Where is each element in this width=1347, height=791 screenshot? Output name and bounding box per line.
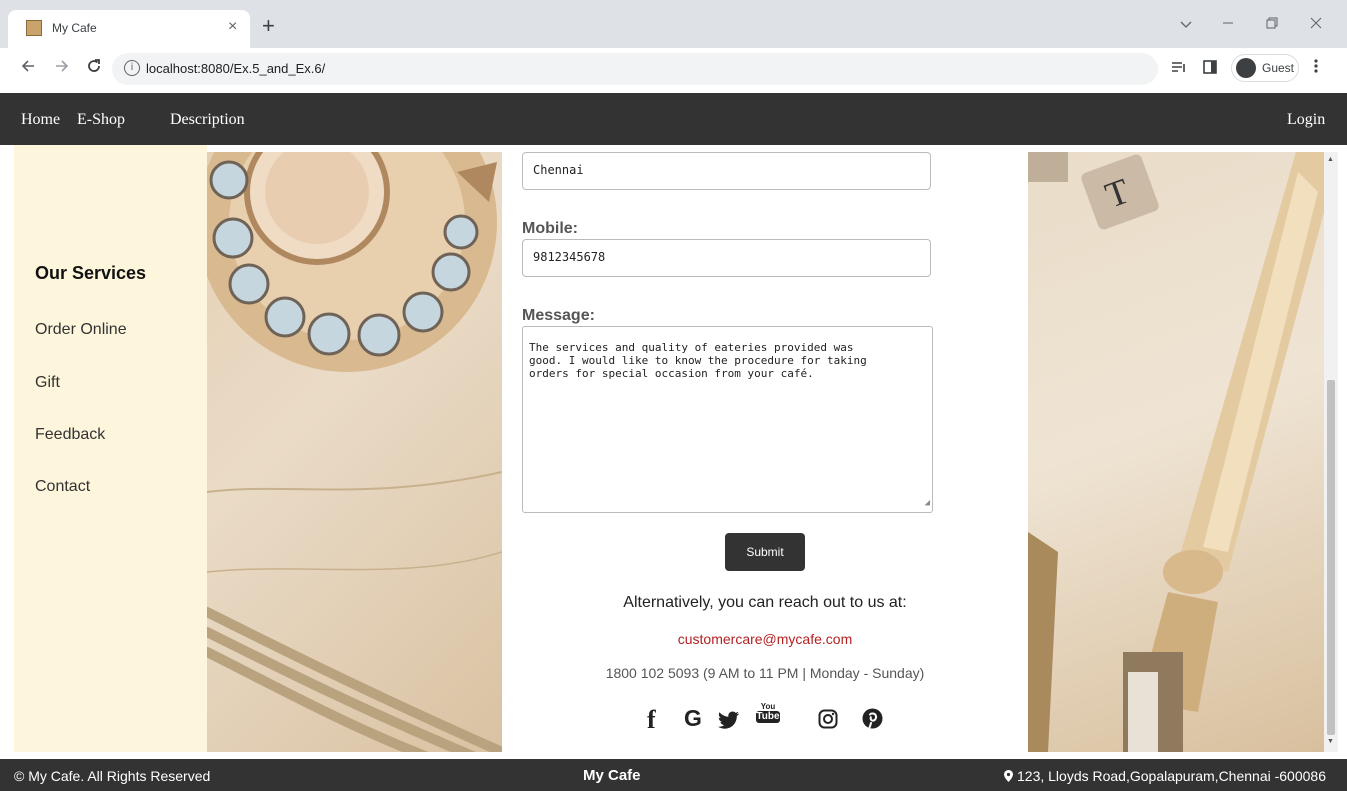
close-window-icon[interactable] (1310, 16, 1322, 33)
nav-description-link[interactable]: Description (170, 111, 245, 129)
tab-search-icon[interactable] (1180, 16, 1192, 33)
profile-label: Guest (1262, 61, 1295, 75)
nav-home-link[interactable]: Home (21, 111, 60, 129)
scroll-down-icon[interactable]: ▼ (1327, 738, 1334, 745)
map-marker-icon (1004, 770, 1014, 782)
reading-list-icon[interactable] (1171, 60, 1187, 79)
back-icon[interactable] (20, 58, 36, 79)
google-icon[interactable]: G (684, 705, 702, 733)
youtube-icon-top: You (760, 702, 776, 711)
footer-address-block: 123, Lloyds Road,Gopalapuram,Chennai -60… (1004, 768, 1326, 784)
alternative-contact-text: Alternatively, you can reach out to us a… (623, 594, 907, 611)
footer-address: 123, Lloyds Road,Gopalapuram,Chennai -60… (1017, 768, 1326, 784)
rotary-phone-image (207, 152, 502, 752)
sidebar-title: Our Services (35, 263, 147, 283)
footer-copyright: © My Cafe. All Rights Reserved (14, 768, 211, 784)
site-info-icon[interactable]: i (124, 60, 140, 76)
browser-tabstrip: My Cafe × + (0, 0, 1347, 48)
nav-eshop-link[interactable]: E-Shop (77, 111, 125, 129)
main-content: Our Services Order Online Gift Feedback … (0, 145, 1347, 759)
address-bar[interactable]: i localhost:8080/Ex.5_and_Ex.6/ (112, 53, 1158, 85)
favicon-icon (26, 20, 42, 36)
tab-close-icon[interactable]: × (228, 18, 237, 36)
site-navbar: Home E-Shop Description Login (0, 93, 1347, 145)
message-textarea[interactable]: The services and quality of eateries pro… (522, 326, 933, 513)
forward-icon[interactable] (54, 58, 70, 79)
new-tab-button[interactable]: + (262, 15, 275, 37)
twitter-icon[interactable] (718, 711, 740, 739)
browser-tab[interactable]: My Cafe × (8, 10, 250, 48)
minimize-icon[interactable] (1222, 16, 1234, 33)
email-link[interactable]: customercare@mycafe.com (502, 631, 1028, 647)
youtube-icon-bottom: Tube (756, 711, 780, 723)
sidebar-item-gift[interactable]: Gift (35, 374, 60, 392)
youtube-icon[interactable]: You Tube (756, 702, 780, 730)
scrollbar-thumb[interactable] (1327, 380, 1335, 735)
side-panel-icon[interactable] (1203, 60, 1217, 79)
browser-toolbar: i localhost:8080/Ex.5_and_Ex.6/ Guest (0, 48, 1347, 93)
restore-icon[interactable] (1266, 16, 1278, 33)
instagram-icon[interactable] (818, 709, 838, 737)
pinterest-icon[interactable] (862, 708, 883, 736)
sidebar-item-feedback[interactable]: Feedback (35, 426, 105, 444)
services-sidebar: Our Services Order Online Gift Feedback … (14, 145, 207, 752)
submit-button[interactable]: Submit (725, 533, 805, 571)
footer-brand: My Cafe (583, 767, 641, 784)
sidebar-item-order-online[interactable]: Order Online (35, 321, 127, 339)
profile-avatar-icon (1236, 58, 1256, 78)
message-label: Message: (522, 307, 595, 324)
sidebar-item-contact[interactable]: Contact (35, 478, 90, 496)
reload-icon[interactable] (86, 58, 102, 79)
feedback-form: Chennai Mobile: 9812345678 Message: The … (502, 145, 1028, 759)
scroll-up-icon[interactable]: ▲ (1327, 156, 1334, 163)
site-footer: © My Cafe. All Rights Reserved My Cafe 1… (0, 759, 1347, 791)
browser-menu-icon[interactable] (1314, 58, 1318, 79)
telephone-handset-image: T (1028, 152, 1324, 752)
profile-button[interactable]: Guest (1231, 54, 1299, 82)
url-text[interactable]: localhost:8080/Ex.5_and_Ex.6/ (146, 61, 325, 76)
nav-login-link[interactable]: Login (1287, 111, 1325, 129)
city-input[interactable]: Chennai (522, 152, 931, 190)
mobile-input[interactable]: 9812345678 (522, 239, 931, 277)
page-scrollbar[interactable]: ▲ ▼ (1324, 152, 1338, 752)
resize-handle-icon[interactable]: ◢ (925, 497, 930, 510)
tab-title: My Cafe (52, 21, 97, 35)
mobile-label: Mobile: (522, 220, 578, 237)
message-text: The services and quality of eateries pro… (529, 341, 867, 380)
facebook-icon[interactable]: f (647, 705, 656, 734)
phone-text: 1800 102 5093 (9 AM to 11 PM | Monday - … (605, 665, 925, 681)
